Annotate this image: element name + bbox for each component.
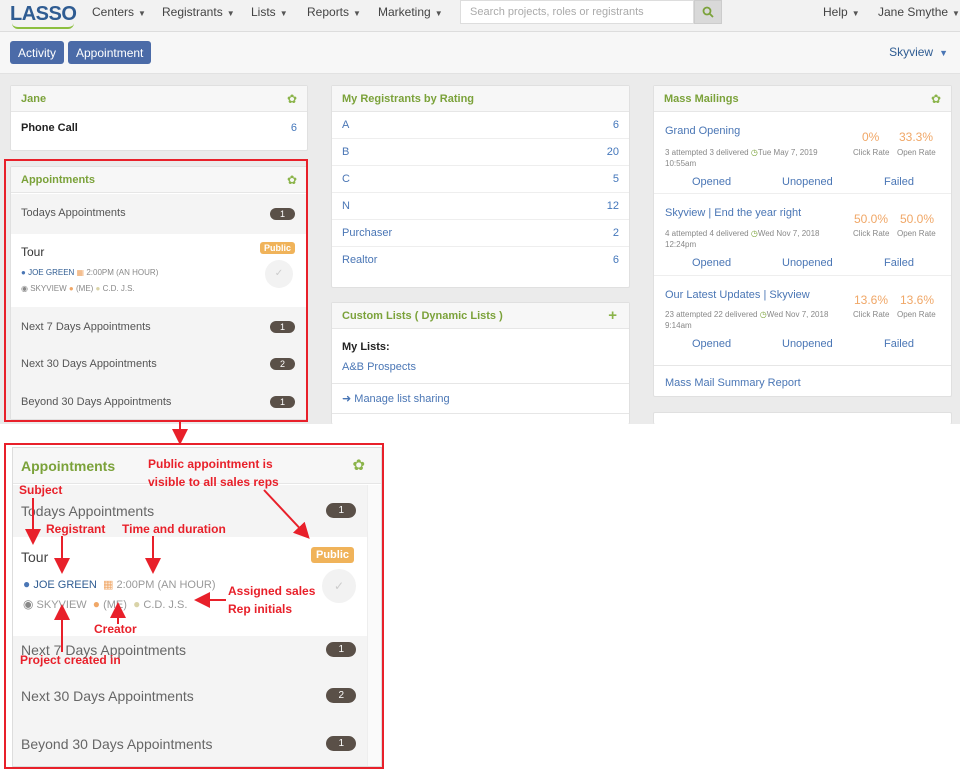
annotation-project: Project created in xyxy=(20,653,121,667)
annotation-line: visible to all sales reps xyxy=(148,475,279,489)
annotation-creator: Creator xyxy=(94,622,137,636)
annotation-arrows xyxy=(25,422,310,652)
annotation-line: Public appointment is xyxy=(148,457,273,471)
annotation-registrant: Registrant xyxy=(46,522,106,536)
annotation-line: Assigned sales xyxy=(228,584,316,598)
annotation-public: Public appointment is visible to all sale… xyxy=(148,455,279,491)
public-arrow xyxy=(263,489,310,539)
annotation-reps: Assigned sales Rep initials xyxy=(228,582,315,618)
annotation-time: Time and duration xyxy=(122,522,226,536)
annotation-subject: Subject xyxy=(19,483,63,497)
annotation-line: Rep initials xyxy=(228,602,293,616)
